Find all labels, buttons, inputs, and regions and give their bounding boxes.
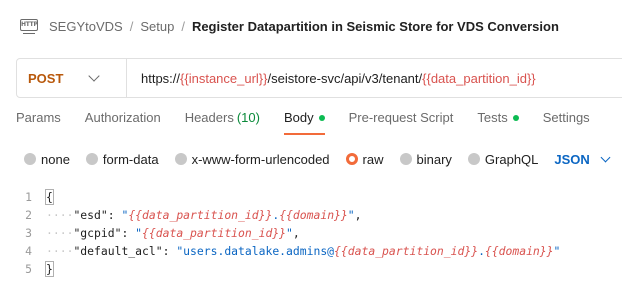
url-path: /seistore-svc/api/v3/tenant/	[267, 70, 423, 86]
option-label: form-data	[102, 151, 159, 167]
tab-label: Body	[283, 110, 314, 125]
string-dot: .	[478, 244, 485, 258]
radio-icon[interactable]	[24, 153, 36, 165]
variable-domain: {{domain}}	[484, 244, 554, 258]
variable-data-partition-id: {{data_partition_id}}	[128, 208, 273, 222]
indent-guide: ····	[46, 226, 74, 240]
editor-line: 1 {	[0, 188, 54, 206]
quote: "	[135, 226, 143, 240]
option-label: x-www-form-urlencoded	[191, 151, 330, 167]
variable-data-partition-id: {{data_partition_id}}	[334, 244, 479, 258]
tab-label: Settings	[542, 110, 590, 125]
close-brace: }	[45, 261, 54, 277]
colon: :	[121, 226, 136, 240]
body-option-form-data[interactable]: form-data	[85, 151, 159, 167]
request-title[interactable]: Register Datapartition in Seismic Store …	[192, 19, 559, 34]
chevron-down-icon	[600, 152, 611, 162]
body-format-label: JSON	[554, 151, 590, 167]
option-label: binary	[416, 151, 452, 167]
body-type-options: none form-data x-www-form-urlencoded raw…	[24, 150, 611, 168]
request-bar: POST https://{{instance_url}}/seistore-s…	[16, 58, 622, 98]
breadcrumb-folder[interactable]: Setup	[140, 19, 174, 34]
json-key: "gcpid"	[73, 226, 122, 240]
breadcrumb: HTTP SEGYtoVDS / Setup / Register Datapa…	[0, 0, 622, 52]
tab-headers[interactable]: Headers (10)	[185, 110, 260, 135]
radio-icon[interactable]	[174, 153, 187, 165]
url-prefix: https://	[141, 70, 181, 86]
status-dot-icon	[318, 114, 325, 121]
string-value: "users.datalake.admins@	[176, 244, 335, 258]
tab-label: Headers	[184, 110, 234, 125]
open-brace: {	[45, 189, 54, 205]
tab-body[interactable]: Body	[283, 110, 325, 135]
body-option-none[interactable]: none	[24, 152, 70, 167]
quote: "	[553, 244, 561, 258]
line-number: 2	[25, 208, 32, 222]
line-number: 3	[25, 226, 32, 240]
tab-label: Authorization	[84, 110, 161, 125]
tab-tests[interactable]: Tests	[477, 110, 519, 135]
radio-selected-icon[interactable]	[345, 153, 358, 165]
radio-icon[interactable]	[85, 153, 98, 165]
editor-line: 4 ····"default_acl": "users.datalake.adm…	[0, 242, 560, 260]
tab-label: Pre-request Script	[348, 110, 454, 125]
body-editor[interactable]: 1 { 2 ····"esd": "{{data_partition_id}}.…	[0, 182, 622, 308]
method-label: POST	[28, 70, 64, 86]
editor-line: 5 }	[0, 260, 54, 278]
body-option-graphql[interactable]: GraphQL	[467, 151, 539, 167]
line-number: 5	[25, 262, 32, 276]
method-select[interactable]: POST	[17, 59, 127, 97]
headers-count-badge: (10)	[236, 110, 260, 125]
comma: ,	[354, 208, 362, 222]
tab-pre-request-script[interactable]: Pre-request Script	[349, 110, 454, 135]
json-key: "default_acl"	[73, 244, 163, 258]
chevron-down-icon	[88, 70, 100, 82]
breadcrumb-collection[interactable]: SEGYtoVDS	[49, 19, 123, 34]
indent-guide: ····	[46, 244, 74, 258]
line-number: 1	[25, 190, 32, 204]
colon: :	[107, 208, 122, 222]
tab-params[interactable]: Params	[16, 110, 61, 135]
tab-label: Tests	[477, 110, 508, 125]
url-variable-instance-url: {{instance_url}}	[180, 70, 268, 86]
line-number: 4	[25, 244, 32, 258]
body-format-select[interactable]: JSON	[554, 151, 611, 167]
editor-line: 2 ····"esd": "{{data_partition_id}}.{{do…	[0, 206, 361, 224]
variable-data-partition-id: {{data_partition_id}}	[142, 226, 287, 240]
body-option-raw[interactable]: raw	[345, 151, 384, 167]
variable-domain: {{domain}}	[279, 208, 348, 222]
option-label: none	[41, 151, 70, 167]
comma: ,	[292, 226, 300, 240]
tab-label: Params	[16, 110, 61, 125]
url-variable-data-partition-id: {{data_partition_id}}	[422, 70, 536, 86]
http-request-icon: HTTP	[20, 18, 38, 35]
json-key: "esd"	[73, 208, 108, 222]
quote: "	[347, 208, 355, 222]
tab-authorization[interactable]: Authorization	[85, 110, 161, 135]
quote: "	[286, 226, 293, 240]
breadcrumb-separator: /	[129, 18, 134, 34]
body-option-urlencoded[interactable]: x-www-form-urlencoded	[174, 151, 330, 167]
option-label: raw	[362, 151, 384, 167]
editor-line: 3 ····"gcpid": "{{data_partition_id}}",	[0, 224, 300, 242]
breadcrumb-separator: /	[181, 18, 185, 34]
indent-guide: ····	[46, 208, 74, 222]
tab-settings[interactable]: Settings	[543, 110, 590, 135]
radio-icon[interactable]	[399, 153, 412, 165]
option-label: GraphQL	[484, 151, 539, 167]
colon: :	[162, 244, 177, 258]
status-dot-icon	[512, 114, 519, 121]
radio-icon[interactable]	[467, 153, 480, 165]
request-tabs: Params Authorization Headers (10) Body Pr…	[16, 110, 614, 138]
body-option-binary[interactable]: binary	[399, 151, 452, 167]
url-input[interactable]: https://{{instance_url}}/seistore-svc/ap…	[127, 71, 536, 86]
